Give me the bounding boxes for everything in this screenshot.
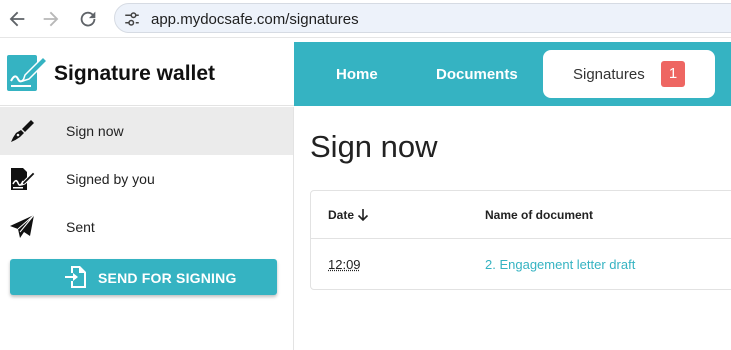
reload-icon[interactable] bbox=[77, 8, 99, 30]
send-button-label: SEND FOR SIGNING bbox=[98, 270, 237, 286]
sidebar-item-label: Signed by you bbox=[66, 171, 155, 187]
nav-home[interactable]: Home bbox=[336, 66, 378, 83]
nav-signatures-label: Signatures bbox=[573, 66, 645, 83]
notification-badge: 1 bbox=[661, 61, 685, 87]
sidebar: Sign now Signed by you Sent SEND FOR SIG… bbox=[0, 107, 294, 350]
send-for-signing-button[interactable]: SEND FOR SIGNING bbox=[10, 259, 277, 295]
signed-document-icon bbox=[9, 166, 36, 192]
pen-nib-icon bbox=[9, 118, 35, 144]
row-date: 12:09 bbox=[328, 257, 361, 272]
main-content: Sign now Date Name of document 12:09 2. … bbox=[294, 107, 731, 350]
site-settings-icon[interactable] bbox=[123, 10, 141, 28]
forward-arrow-icon[interactable] bbox=[40, 8, 62, 30]
sidebar-item-sent[interactable]: Sent bbox=[0, 203, 293, 251]
nav-signatures[interactable]: Signatures 1 bbox=[543, 50, 715, 98]
sidebar-item-label: Sign now bbox=[66, 123, 124, 139]
page-title: Sign now bbox=[310, 129, 438, 164]
sidebar-item-sign-now[interactable]: Sign now bbox=[0, 107, 293, 155]
table-header: Date Name of document bbox=[311, 191, 731, 239]
sidebar-item-label: Sent bbox=[66, 219, 95, 235]
app-title: Signature wallet bbox=[54, 62, 216, 85]
documents-table: Date Name of document 12:09 2. Engagemen… bbox=[310, 190, 731, 290]
column-header-name[interactable]: Name of document bbox=[485, 208, 593, 222]
brand-header: Signature wallet bbox=[0, 42, 294, 106]
browser-toolbar: app.mydocsafe.com/signatures bbox=[0, 0, 731, 38]
row-document-link[interactable]: 2. Engagement letter draft bbox=[485, 257, 635, 272]
file-import-icon bbox=[65, 265, 87, 289]
column-header-date[interactable]: Date bbox=[328, 208, 354, 222]
top-navigation: Home Documents Signatures 1 bbox=[294, 42, 731, 106]
sidebar-item-signed-by-you[interactable]: Signed by you bbox=[0, 155, 293, 203]
back-arrow-icon[interactable] bbox=[6, 8, 28, 30]
nav-documents[interactable]: Documents bbox=[436, 66, 518, 83]
paper-plane-icon bbox=[9, 214, 35, 240]
address-bar[interactable]: app.mydocsafe.com/signatures bbox=[114, 3, 731, 33]
signature-document-icon bbox=[5, 51, 49, 95]
arrow-down-icon[interactable] bbox=[357, 208, 369, 222]
url-text[interactable]: app.mydocsafe.com/signatures bbox=[151, 11, 359, 28]
